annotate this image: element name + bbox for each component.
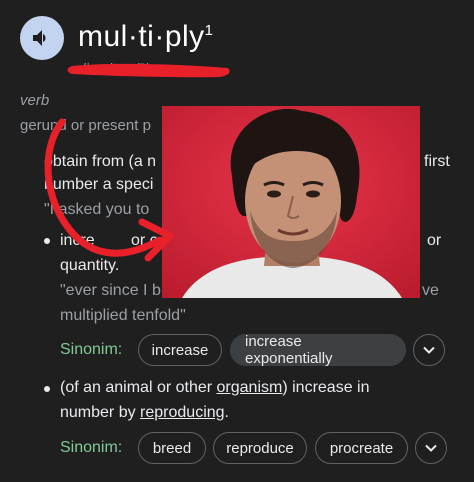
sense1-line2: number a speci [44,176,154,193]
form-label: gerund or present p [20,117,151,134]
synonyms-label: Sinonim: [60,341,123,358]
sense2-example-line2: multiplied tenfold" [60,307,186,324]
sense3-line2: number by reproducing. [60,404,229,421]
organism-link[interactable]: organism [217,379,283,396]
synonyms-label-2: Sinonim: [60,439,123,456]
overlay-portrait-photo [162,106,420,298]
sense2-example-line1: "ever since I b [60,282,161,299]
chevron-down-icon [425,444,437,452]
sense2-line1-left: incre [60,232,95,249]
sense2-example-line1-right: ve [422,282,439,299]
synonym-chip-increase-exponentially[interactable]: increase exponentially [230,333,406,367]
sense3-bullet [44,386,50,392]
expand-synonyms-button[interactable] [413,334,445,366]
sense2-line1-right: or [427,232,442,249]
synonym-chip-reproduce[interactable]: reproduce [213,432,307,464]
sense1-example: "I asked you to [44,201,150,218]
speaker-icon [33,30,46,46]
sense1-line1: obtain from (a n [44,153,157,170]
part-of-speech: verb [20,92,50,109]
sense2-bullet [44,238,50,244]
sense1-line1-right: first [424,153,450,170]
pronunciation: /ˈməltəˌplī/ [82,60,149,76]
sense2-line1-mid: or c [131,232,158,249]
synonym-chip-breed[interactable]: breed [138,432,206,464]
sense3-line1: (of an animal or other organism) increas… [60,379,370,396]
chevron-down-icon [423,346,435,354]
synonym-chip-procreate[interactable]: procreate [315,432,408,464]
sense2-line2: quantity. [60,257,120,274]
headword: mul·ti·ply1 [78,20,214,53]
pronounce-button[interactable] [20,16,64,60]
synonym-chip-increase[interactable]: increase [138,334,222,366]
expand-synonyms-button-2[interactable] [415,432,447,464]
reproducing-link[interactable]: reproducing [140,404,225,421]
